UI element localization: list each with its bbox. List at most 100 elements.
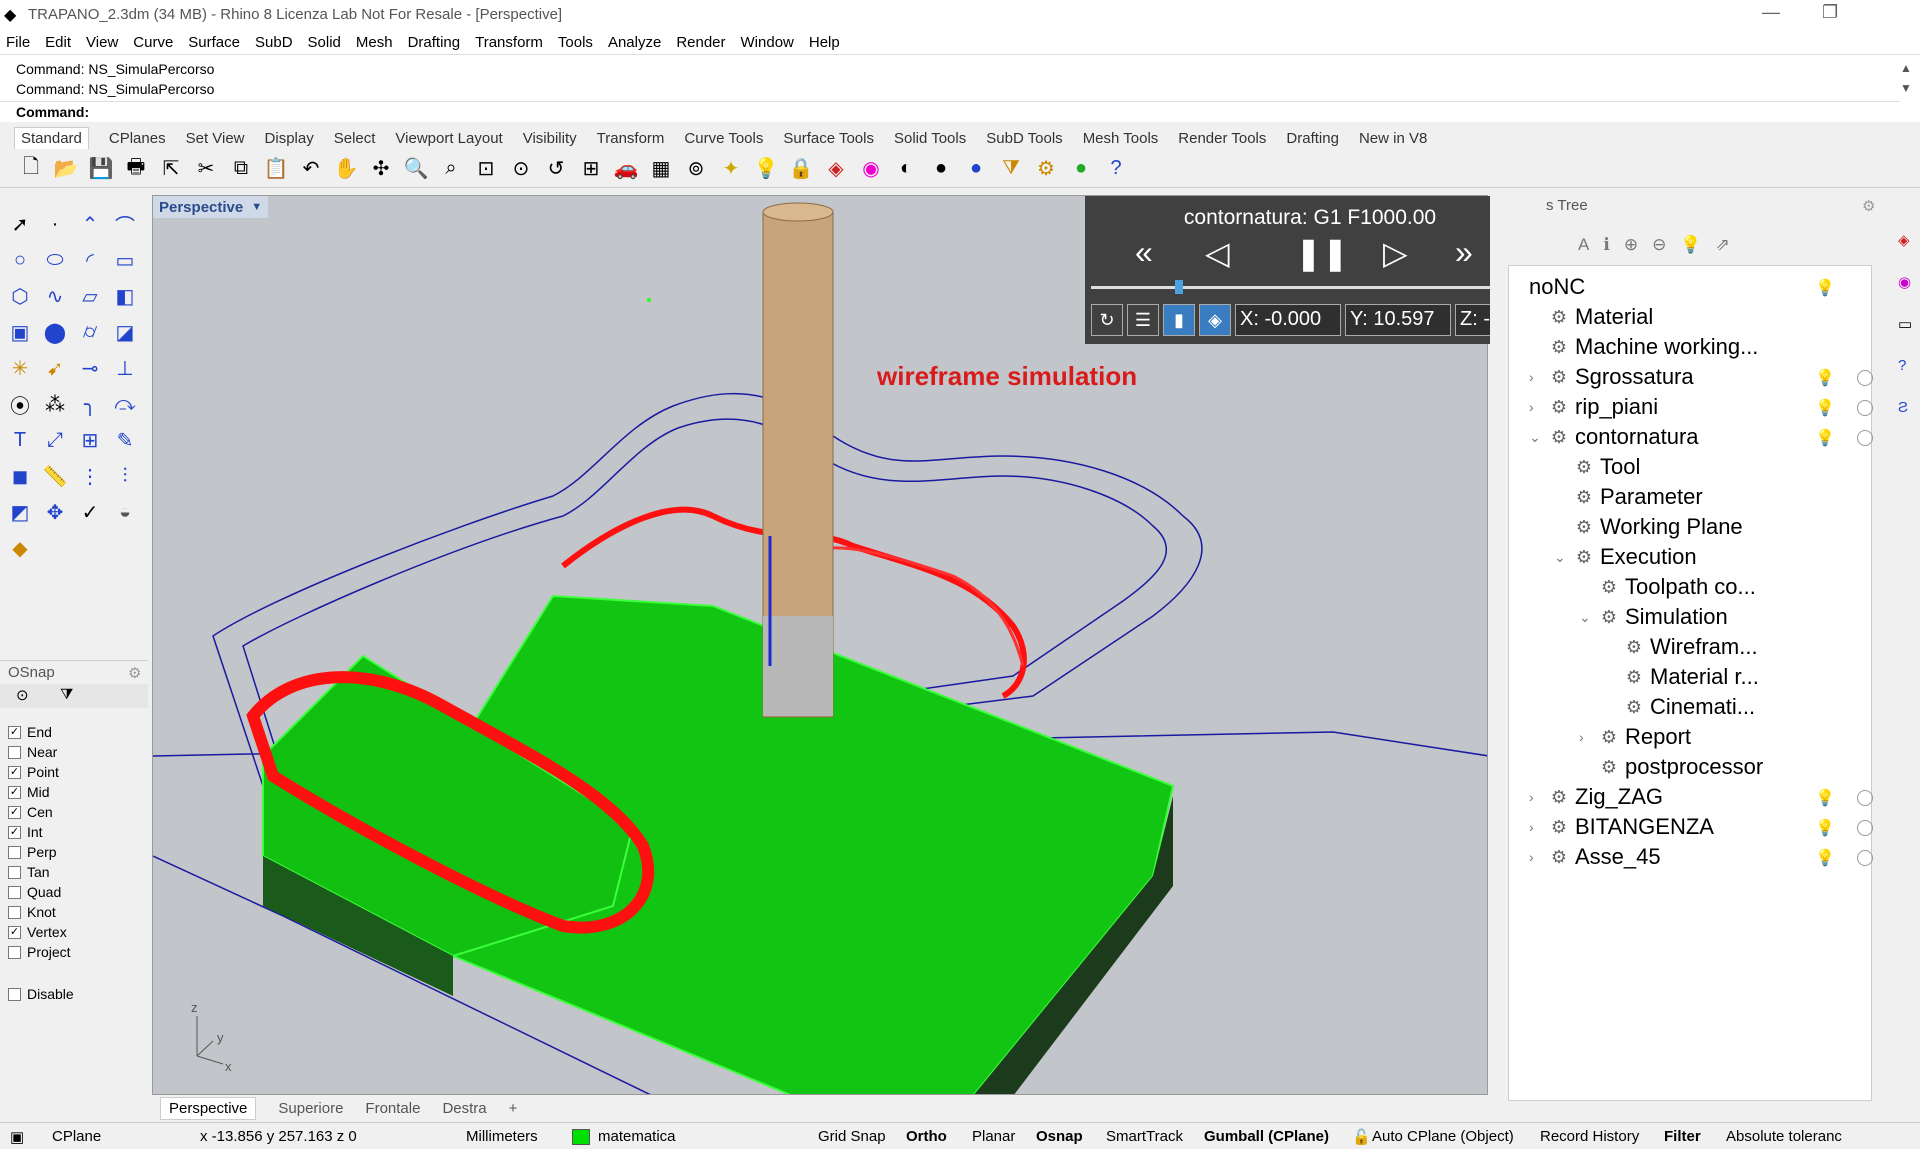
state-ring-icon[interactable]	[1857, 370, 1873, 386]
new-file-icon[interactable]: 🗋	[18, 156, 44, 182]
open-file-icon[interactable]: 📂	[53, 156, 79, 182]
osnap-option[interactable]: Tan	[8, 864, 50, 880]
info-icon[interactable]: ℹ	[1603, 235, 1609, 255]
play-icon[interactable]: ▷	[1383, 234, 1408, 272]
export-tool-icon[interactable]: ⇗	[1715, 235, 1729, 255]
undo-view-icon[interactable]: ↺	[543, 156, 569, 182]
text-tool-icon[interactable]: A	[1578, 235, 1589, 255]
checkbox[interactable]: ✓	[8, 805, 21, 819]
expand-arrow-icon[interactable]: ›	[1529, 849, 1545, 865]
osnap-option[interactable]: ✓ Int	[8, 824, 43, 840]
menu-drafting[interactable]: Drafting	[408, 34, 461, 51]
restore-icon[interactable]: ❐	[1822, 2, 1838, 23]
tree-view[interactable]: noNC 💡 ⚙ Material ⚙ Machine working... › ⚙ Sgros…	[1508, 265, 1873, 1101]
tree-node[interactable]: › ⚙ BITANGENZA	[1529, 814, 1714, 840]
layers-icon[interactable]: ☰	[1127, 304, 1159, 336]
trim-icon[interactable]: ⊸	[76, 354, 104, 382]
measure-icon[interactable]: 📏	[41, 462, 69, 490]
tab-select[interactable]: Select	[334, 130, 376, 147]
checkbox[interactable]: ✓	[8, 925, 21, 939]
tree-node[interactable]: › ⚙ Report	[1579, 724, 1691, 750]
tab-drafting[interactable]: Drafting	[1286, 130, 1339, 147]
export-icon[interactable]: ⇱	[158, 156, 184, 182]
tree-node[interactable]: ⚙ Wirefram...	[1604, 634, 1758, 660]
rectangle-icon[interactable]: ▭	[111, 246, 139, 274]
group-icon[interactable]: ⊞	[76, 426, 104, 454]
tab-visibility[interactable]: Visibility	[523, 130, 577, 147]
save-icon[interactable]: 💾	[88, 156, 114, 182]
tab-render-tools[interactable]: Render Tools	[1178, 130, 1266, 147]
split-icon[interactable]: ⊥	[111, 354, 139, 382]
analysis-icon[interactable]: ◩	[6, 498, 34, 526]
cylinder-icon[interactable]: ⌭	[76, 318, 104, 346]
tree-node[interactable]: ⚙ Tool	[1554, 454, 1640, 480]
copy-icon[interactable]: ⧉	[228, 156, 254, 182]
menu-curve[interactable]: Curve	[133, 34, 173, 51]
checkbox[interactable]	[8, 987, 21, 1001]
filter-toggle[interactable]: Filter	[1664, 1128, 1701, 1145]
tab-superiore[interactable]: Superiore	[278, 1100, 343, 1117]
visibility-bulb-icon[interactable]: 💡	[1815, 788, 1835, 808]
car-icon[interactable]: 🚗	[613, 156, 639, 182]
fast-forward-icon[interactable]: »	[1455, 234, 1473, 271]
osnap-option[interactable]: Perp	[8, 844, 57, 860]
visibility-bulb-icon[interactable]: 💡	[1815, 818, 1835, 838]
render-sphere-icon[interactable]: ●	[928, 156, 954, 182]
menu-help[interactable]: Help	[809, 34, 840, 51]
menu-render[interactable]: Render	[676, 34, 725, 51]
tree-node[interactable]: ⚙ Machine working...	[1529, 334, 1759, 360]
tree-node[interactable]: ⚙ Material	[1529, 304, 1653, 330]
osnap-option[interactable]: ✓ Vertex	[8, 924, 67, 940]
tree-node[interactable]: ⌄ ⚙ Execution	[1554, 544, 1697, 570]
checkbox[interactable]: ✓	[8, 785, 21, 799]
tree-node[interactable]: ⚙ Parameter	[1554, 484, 1703, 510]
ortho-toggle[interactable]: Ortho	[906, 1128, 947, 1145]
tab-viewport-layout[interactable]: Viewport Layout	[395, 130, 502, 147]
display-panel-icon[interactable]: ▭	[1898, 315, 1912, 333]
grid-snap-toggle[interactable]: Grid Snap	[818, 1128, 886, 1145]
gumball-toggle[interactable]: Gumball (CPlane)	[1204, 1128, 1329, 1145]
plane-view-icon[interactable]: ◈	[1199, 304, 1231, 336]
command-input[interactable]: Command:	[0, 101, 1900, 121]
tab-set-view[interactable]: Set View	[186, 130, 245, 147]
paste-icon[interactable]: 📋	[263, 156, 289, 182]
rewind-icon[interactable]: «	[1135, 234, 1153, 271]
checkbox[interactable]	[8, 945, 21, 959]
fillet-icon[interactable]: ╮	[76, 390, 104, 418]
checkbox[interactable]: ✓	[8, 825, 21, 839]
polyline-icon[interactable]: ⌃	[76, 210, 104, 238]
state-ring-icon[interactable]	[1857, 850, 1873, 866]
tree-node[interactable]: ⚙ Working Plane	[1554, 514, 1743, 540]
cluster-icon[interactable]: ⁂	[41, 390, 69, 418]
blue-sphere-icon[interactable]: ●	[963, 156, 989, 182]
cut-icon[interactable]: ✂	[193, 156, 219, 182]
visibility-bulb-icon[interactable]: 💡	[1815, 398, 1835, 418]
visibility-bulb-icon[interactable]: 💡	[1815, 368, 1835, 388]
text-icon[interactable]: T	[6, 426, 34, 454]
zoom-selected-icon[interactable]: ⊙	[508, 156, 534, 182]
menu-transform[interactable]: Transform	[475, 34, 543, 51]
color-wheel-icon[interactable]: ◉	[858, 156, 884, 182]
tab-display[interactable]: Display	[265, 130, 314, 147]
planar-toggle[interactable]: Planar	[972, 1128, 1015, 1145]
visibility-bulb-icon[interactable]: 💡	[1815, 428, 1835, 448]
expand-arrow-icon[interactable]: ›	[1579, 729, 1595, 745]
disable-option[interactable]: Disable	[8, 986, 74, 1002]
surface-edit-icon[interactable]: ◧	[111, 282, 139, 310]
tree-node[interactable]: ⌄ ⚙ Simulation	[1579, 604, 1728, 630]
osnap-option[interactable]: Project	[8, 944, 71, 960]
light-icon[interactable]: 💡	[1680, 235, 1701, 255]
select-arrow-icon[interactable]: ➚	[6, 210, 34, 238]
lock-icon[interactable]: 🔓	[1352, 1128, 1371, 1146]
tab-curve-tools[interactable]: Curve Tools	[684, 130, 763, 147]
align-icon[interactable]: ⫶	[111, 462, 139, 490]
tree-node[interactable]: ⌄ ⚙ contornatura	[1529, 424, 1699, 450]
osnap-option[interactable]: Knot	[8, 904, 56, 920]
zoom-window-icon[interactable]: ⌕	[438, 156, 464, 182]
add-viewport-icon[interactable]: +	[509, 1100, 518, 1117]
check-icon[interactable]: ✓	[76, 498, 104, 526]
timeline-slider[interactable]	[1091, 286, 1531, 289]
zoom-extents-icon[interactable]: ⊡	[473, 156, 499, 182]
tree-node[interactable]: › ⚙ rip_piani	[1529, 394, 1658, 420]
tree-node[interactable]: › ⚙ Asse_45	[1529, 844, 1661, 870]
